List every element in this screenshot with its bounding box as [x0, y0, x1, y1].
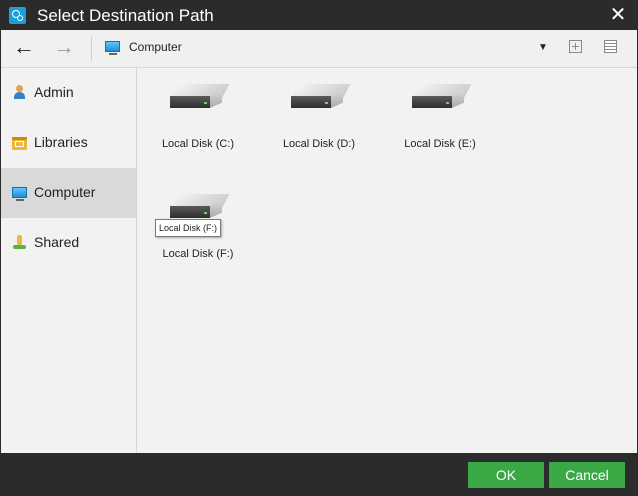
- hard-disk-icon: [291, 84, 351, 110]
- back-arrow-icon[interactable]: ←: [11, 35, 37, 61]
- select-destination-dialog: Select Destination Path ✕ ← → Computer ▼…: [0, 0, 638, 496]
- title-bar: Select Destination Path ✕: [1, 1, 637, 30]
- path-breadcrumb[interactable]: Computer: [105, 38, 525, 60]
- disk-label: Local Disk (D:): [282, 138, 356, 150]
- toolbar-divider: [91, 36, 92, 61]
- disk-list: Local Disk (C:) Local Disk (D:) Local Di…: [137, 68, 637, 453]
- dialog-title: Select Destination Path: [37, 6, 214, 25]
- view-list-icon[interactable]: [604, 40, 617, 53]
- current-path: Computer: [129, 40, 182, 54]
- ok-button[interactable]: OK: [468, 462, 544, 488]
- close-icon[interactable]: ✕: [609, 5, 627, 25]
- hard-disk-icon: [170, 84, 230, 110]
- hard-disk-icon: [412, 84, 472, 110]
- sidebar-item-libraries[interactable]: Libraries: [1, 118, 136, 168]
- sidebar-item-computer[interactable]: Computer: [1, 168, 136, 218]
- disk-label: Local Disk (F:): [162, 248, 234, 260]
- dialog-footer: OK Cancel: [1, 453, 637, 495]
- cancel-button[interactable]: Cancel: [549, 462, 625, 488]
- sidebar-item-admin[interactable]: Admin: [1, 68, 136, 118]
- path-dropdown-icon[interactable]: ▼: [537, 41, 549, 55]
- libraries-folder-icon: [12, 137, 27, 150]
- sidebar-item-label: Admin: [34, 84, 74, 100]
- forward-arrow-icon[interactable]: →: [51, 35, 77, 61]
- sidebar-item-label: Computer: [34, 184, 96, 200]
- sidebar: Admin Libraries Computer Shared: [1, 68, 137, 453]
- disk-item-c[interactable]: Local Disk (C:): [143, 68, 253, 178]
- computer-monitor-icon: [105, 41, 120, 55]
- new-folder-icon[interactable]: [569, 40, 582, 53]
- disk-item-d[interactable]: Local Disk (D:): [264, 68, 374, 178]
- sidebar-item-shared[interactable]: Shared: [1, 218, 136, 268]
- shared-icon: [12, 235, 27, 250]
- app-logo-icon: [9, 7, 26, 24]
- disk-label: Local Disk (E:): [404, 138, 476, 150]
- sidebar-item-label: Shared: [34, 234, 80, 250]
- computer-monitor-icon: [12, 187, 27, 201]
- disk-tooltip: Local Disk (F:): [155, 219, 222, 237]
- hard-disk-icon: [170, 194, 230, 220]
- disk-item-e[interactable]: Local Disk (E:): [385, 68, 495, 178]
- disk-label: Local Disk (C:): [161, 138, 235, 150]
- sidebar-item-label: Libraries: [34, 134, 88, 150]
- navigation-toolbar: ← → Computer ▼: [1, 30, 637, 68]
- admin-user-icon: [12, 85, 27, 100]
